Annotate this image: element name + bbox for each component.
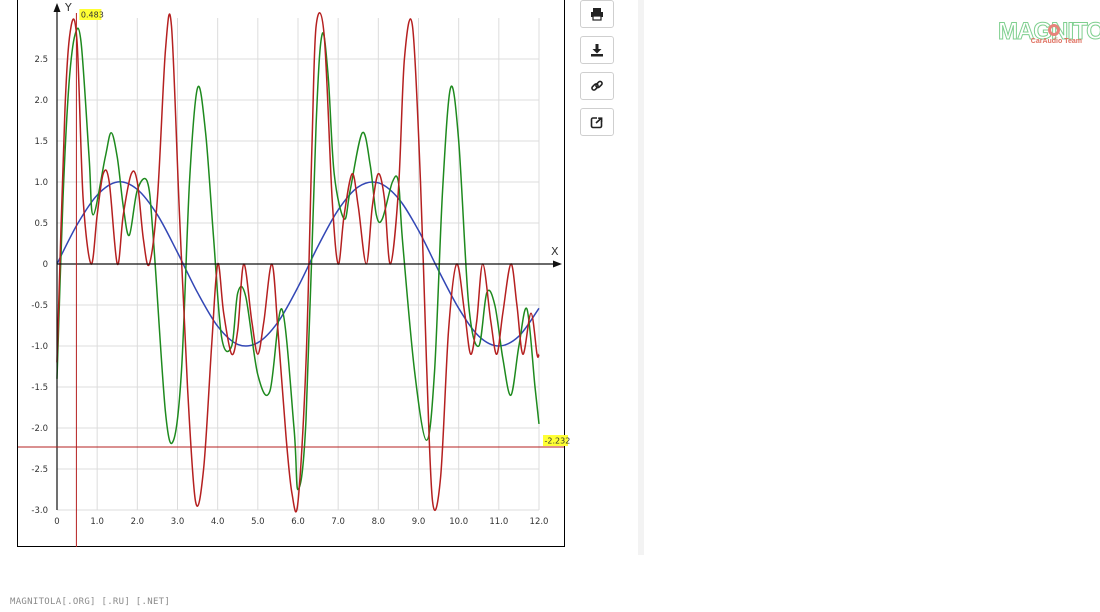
link-button[interactable]: [580, 72, 614, 100]
x-tick-label: 4.0: [211, 517, 225, 527]
x-tick-label: 8.0: [372, 517, 386, 527]
y-tick-label: 2.0: [34, 96, 48, 106]
x-tick-label: 9.0: [412, 517, 426, 527]
share-button[interactable]: [580, 108, 614, 136]
x-tick-label: 3.0: [171, 517, 185, 527]
link-icon: [591, 80, 603, 91]
x-tick-label: 10.0: [449, 517, 468, 527]
print-button[interactable]: [580, 0, 614, 28]
y-tick-label: -1.5: [31, 383, 48, 393]
x-tick-label: 2.0: [131, 517, 145, 527]
x-tick-label: 1.0: [90, 517, 104, 527]
y-tick-label: 2.5: [34, 55, 48, 65]
x-tick-label: 5.0: [251, 517, 265, 527]
x-axis-label: X: [551, 245, 559, 258]
logo-subtext: CarAudio Team: [1030, 38, 1082, 45]
magnitola-logo[interactable]: MAGNITOLA CarAudio Team: [996, 16, 1100, 50]
panel-divider: [638, 0, 644, 555]
y-tick-label: -2.5: [31, 465, 48, 475]
share-icon: [590, 116, 604, 129]
y-tick-label: -1.0: [31, 342, 48, 352]
y-tick-label: -2.0: [31, 424, 48, 434]
x-tick-label: 7.0: [331, 517, 345, 527]
y-tick-label: 0: [43, 260, 48, 270]
download-button[interactable]: [580, 36, 614, 64]
x-tick-label: 6.0: [291, 517, 305, 527]
y-axis-label: Y: [64, 1, 72, 14]
y-tick-label: 1.5: [34, 137, 48, 147]
crosshair-y-value: -2.232: [545, 437, 571, 446]
x-axis-arrow-icon: [553, 260, 562, 268]
y-tick-label: 1.0: [34, 178, 48, 188]
y-tick-label: 0.5: [34, 219, 48, 229]
y-axis-arrow-icon: [53, 3, 61, 12]
chart-svg: 0 1.0 2.0 3.0 4.0 5.0 6.0 7.0 8.0 9.0 10.0 11.0 12.0…: [18, 1, 570, 547]
x-tick-label: 0: [54, 517, 59, 527]
crosshair-x-value: 0.483: [81, 11, 104, 20]
logo-ring-icon: [1048, 24, 1060, 36]
print-icon: [591, 8, 603, 21]
y-tick-label: -3.0: [31, 506, 48, 516]
download-icon: [591, 44, 603, 57]
crosshair: 0.483 -2.232: [18, 9, 570, 547]
footer-text: MAGNITOLA[.ORG] [.RU] [.NET]: [10, 597, 171, 607]
x-tick-label: 11.0: [489, 517, 508, 527]
y-tick-label: -0.5: [31, 301, 48, 311]
x-tick-label: 12.0: [530, 517, 549, 527]
axes: 0 1.0 2.0 3.0 4.0 5.0 6.0 7.0 8.0 9.0 10.0 11.0 12.0…: [31, 1, 562, 527]
